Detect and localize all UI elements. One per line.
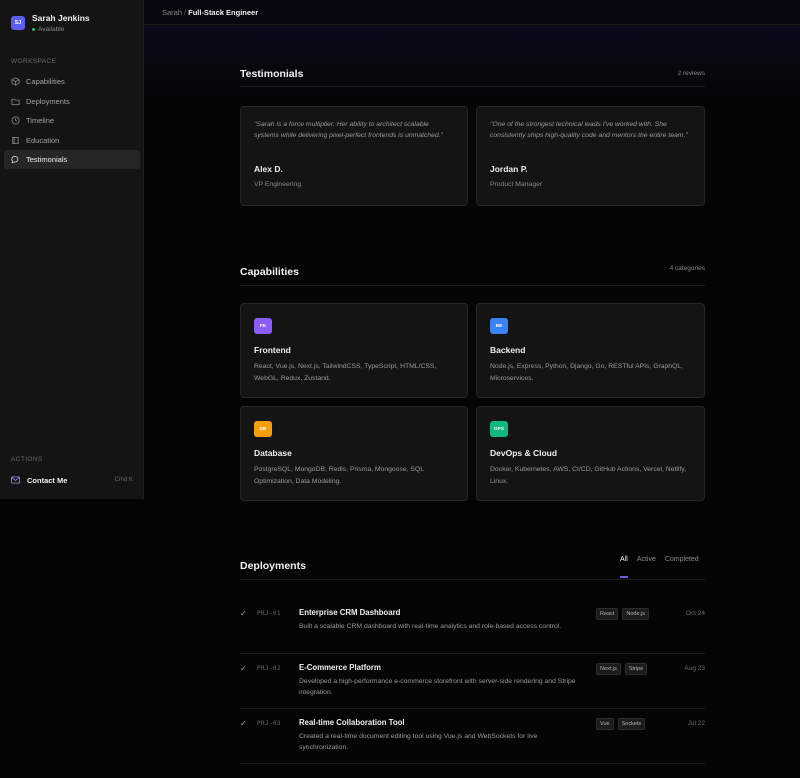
breadcrumb-parent[interactable]: Sarah bbox=[162, 8, 182, 17]
testimonial-role: Product Manager bbox=[490, 181, 543, 188]
sidebar-item-testimonials[interactable]: Testimonials bbox=[4, 150, 140, 169]
tag: Sockets bbox=[617, 718, 646, 730]
testimonial-quote: "One of the strongest technical leads I'… bbox=[490, 121, 688, 139]
contact-shortcut: Cmd K bbox=[114, 477, 133, 483]
mail-icon bbox=[11, 476, 20, 484]
tag: Vue bbox=[596, 718, 614, 730]
section-meta: 4 categories bbox=[669, 265, 705, 272]
testimonial-author: Alex D. bbox=[254, 164, 283, 174]
project-code: PRJ-01 bbox=[257, 611, 281, 617]
sidebar-item-deployments[interactable]: Deployments bbox=[4, 92, 140, 111]
capability-desc: Docker, Kubernetes, AWS, CI/CD, GitHub A… bbox=[490, 466, 687, 485]
sidebar-item-education[interactable]: Education bbox=[4, 131, 140, 150]
breadcrumb: Sarah / Full-Stack Engineer bbox=[144, 0, 800, 25]
workspace-label: WORKSPACE bbox=[11, 58, 57, 65]
database-icon: DB bbox=[254, 421, 272, 437]
capability-card-backend: BE Backend Node.js, Express, Python, Dja… bbox=[476, 303, 705, 398]
tag: Next.js bbox=[596, 663, 621, 675]
capability-card-frontend: FE Frontend React, Vue.js, Next.js, Tail… bbox=[240, 303, 468, 398]
project-desc: Built a scalable CRM dashboard with real… bbox=[299, 623, 562, 630]
tag: Stripe bbox=[624, 663, 648, 675]
capabilities-header: Capabilities 4 categories bbox=[240, 258, 705, 286]
contact-me-label: Contact Me bbox=[27, 475, 68, 485]
capability-desc: React, Vue.js, Next.js, TailwindCSS, Typ… bbox=[254, 363, 437, 382]
project-date: Aug 23 bbox=[684, 665, 705, 672]
sidebar-item-label: Testimonials bbox=[26, 155, 68, 164]
breadcrumb-separator: / bbox=[184, 7, 187, 17]
tag: React bbox=[596, 608, 619, 620]
project-date: Oct 24 bbox=[685, 610, 705, 617]
sidebar: SJ Sarah Jenkins Available WORKSPACE Cap… bbox=[0, 0, 144, 499]
testimonial-author: Jordan P. bbox=[490, 164, 528, 174]
project-title: Enterprise CRM Dashboard bbox=[299, 608, 401, 617]
frontend-icon: FE bbox=[254, 318, 272, 334]
actions-label: ACTIONS bbox=[11, 456, 43, 463]
testimonial-role: VP Engineering bbox=[254, 181, 302, 188]
deployment-row[interactable]: ✓ PRJ-01 Enterprise CRM Dashboard Built … bbox=[240, 608, 705, 654]
project-tags: Next.js Stripe bbox=[596, 663, 648, 675]
deployment-row[interactable]: ✓ PRJ-02 E-Commerce Platform Developed a… bbox=[240, 663, 705, 709]
profile-status: Available bbox=[32, 26, 90, 33]
sidebar-item-label: Capabilities bbox=[26, 77, 65, 86]
capability-card-devops: OPS DevOps & Cloud Docker, Kubernetes, A… bbox=[476, 406, 705, 501]
cube-icon bbox=[11, 77, 20, 86]
section-title: Deployments bbox=[240, 560, 306, 572]
project-date: Jul 22 bbox=[687, 720, 705, 727]
capability-title: Database bbox=[254, 448, 292, 458]
chat-bubble-icon bbox=[11, 155, 20, 164]
status-dot-icon bbox=[32, 28, 35, 31]
backend-icon: BE bbox=[490, 318, 508, 334]
deployment-tabs: All Active Completed bbox=[620, 556, 699, 578]
project-desc: Developed a high-performance e-commerce … bbox=[299, 678, 576, 697]
tab-all[interactable]: All bbox=[620, 556, 628, 578]
capability-title: Frontend bbox=[254, 345, 291, 355]
tab-active[interactable]: Active bbox=[637, 556, 656, 563]
capability-title: DevOps & Cloud bbox=[490, 448, 558, 458]
folder-icon bbox=[11, 97, 20, 106]
clock-icon bbox=[11, 116, 20, 125]
testimonial-card: "Sarah is a force multiplier. Her abilit… bbox=[240, 106, 468, 206]
project-code: PRJ-03 bbox=[257, 721, 281, 727]
sidebar-item-label: Deployments bbox=[26, 96, 70, 106]
contact-me-button[interactable]: Contact Me Cmd K bbox=[4, 471, 140, 489]
project-title: E-Commerce Platform bbox=[299, 663, 381, 672]
section-meta: 2 reviews bbox=[677, 70, 705, 77]
book-icon bbox=[11, 136, 20, 145]
check-icon: ✓ bbox=[240, 609, 247, 618]
section-title: Capabilities bbox=[240, 265, 299, 278]
capability-desc: Node.js, Express, Python, Django, Go, RE… bbox=[490, 363, 684, 382]
sidebar-item-label: Timeline bbox=[26, 116, 55, 125]
testimonial-card: "One of the strongest technical leads I'… bbox=[476, 106, 705, 206]
project-desc: Created a real-time document editing too… bbox=[299, 733, 538, 752]
capability-card-database: DB Database PostgreSQL, MongoDB, Redis, … bbox=[240, 406, 468, 501]
avatar: SJ bbox=[11, 16, 25, 30]
status-label: Available bbox=[38, 26, 65, 33]
sidebar-item-label: Education bbox=[26, 135, 60, 145]
testimonials-header: Testimonials 2 reviews bbox=[240, 61, 705, 87]
project-tags: React Node.js bbox=[596, 608, 650, 620]
testimonial-quote: "Sarah is a force multiplier. Her abilit… bbox=[254, 121, 444, 139]
check-icon: ✓ bbox=[240, 664, 247, 673]
profile-name: Sarah Jenkins bbox=[32, 13, 90, 23]
project-title: Real-time Collaboration Tool bbox=[299, 718, 405, 727]
section-title: Testimonials bbox=[240, 67, 304, 80]
capability-desc: PostgreSQL, MongoDB, Redis, Prisma, Mong… bbox=[254, 466, 424, 485]
tab-completed[interactable]: Completed bbox=[665, 556, 699, 563]
profile[interactable]: SJ Sarah Jenkins Available bbox=[11, 13, 90, 33]
project-tags: Vue Sockets bbox=[596, 718, 646, 730]
project-code: PRJ-02 bbox=[257, 666, 281, 672]
sidebar-item-capabilities[interactable]: Capabilities bbox=[4, 72, 140, 91]
sidebar-item-timeline[interactable]: Timeline bbox=[4, 111, 140, 130]
devops-icon: OPS bbox=[490, 421, 508, 437]
tag: Node.js bbox=[622, 608, 650, 620]
deployment-row[interactable]: ✓ PRJ-03 Real-time Collaboration Tool Cr… bbox=[240, 718, 705, 764]
capability-title: Backend bbox=[490, 345, 526, 355]
sidebar-nav: Capabilities Deployments Timeline Educat… bbox=[4, 72, 140, 170]
breadcrumb-current: Full-Stack Engineer bbox=[188, 7, 259, 17]
check-icon: ✓ bbox=[240, 719, 247, 728]
